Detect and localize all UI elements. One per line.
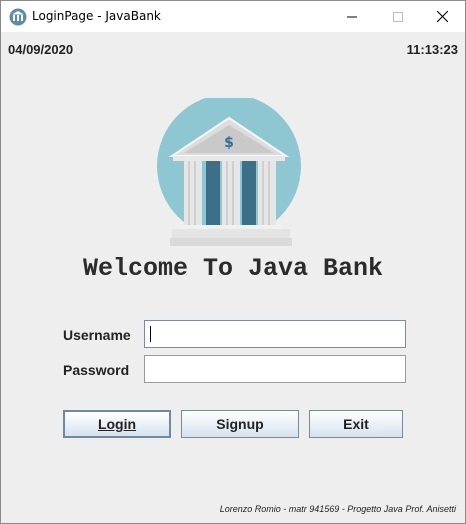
login-button-label: Login [97,416,137,432]
password-label: Password [63,362,130,378]
date-label: 04/09/2020 [8,42,74,57]
clock-label: 11:13:23 [406,42,458,57]
maximize-button[interactable] [375,1,421,32]
content-panel: 04/09/2020 11:13:23 $ Welcome To Java Ba… [1,32,465,523]
close-button[interactable] [419,1,465,32]
minimize-icon [347,16,357,17]
login-button[interactable]: Login [63,410,171,438]
password-field[interactable] [144,355,406,383]
window-title: LoginPage - JavaBank [32,9,161,23]
app-icon [9,8,27,26]
username-field[interactable] [144,320,406,348]
bank-icon: $ [157,98,301,246]
title-bar[interactable]: LoginPage - JavaBank [1,1,465,32]
exit-button[interactable]: Exit [309,410,403,438]
signup-button-label: Signup [216,416,264,432]
close-icon [436,11,448,22]
login-window: LoginPage - JavaBank 04/09/2020 11:13:23… [0,0,466,524]
signup-button[interactable]: Signup [181,410,299,438]
username-label: Username [63,327,131,343]
minimize-button[interactable] [329,1,375,32]
maximize-icon [393,11,403,22]
exit-button-label: Exit [343,416,369,432]
welcome-heading: Welcome To Java Bank [82,254,384,283]
svg-text:$: $ [224,135,234,151]
credits-label: Lorenzo Romio - matr 941569 - Progetto J… [219,504,456,514]
text-caret [150,326,151,342]
